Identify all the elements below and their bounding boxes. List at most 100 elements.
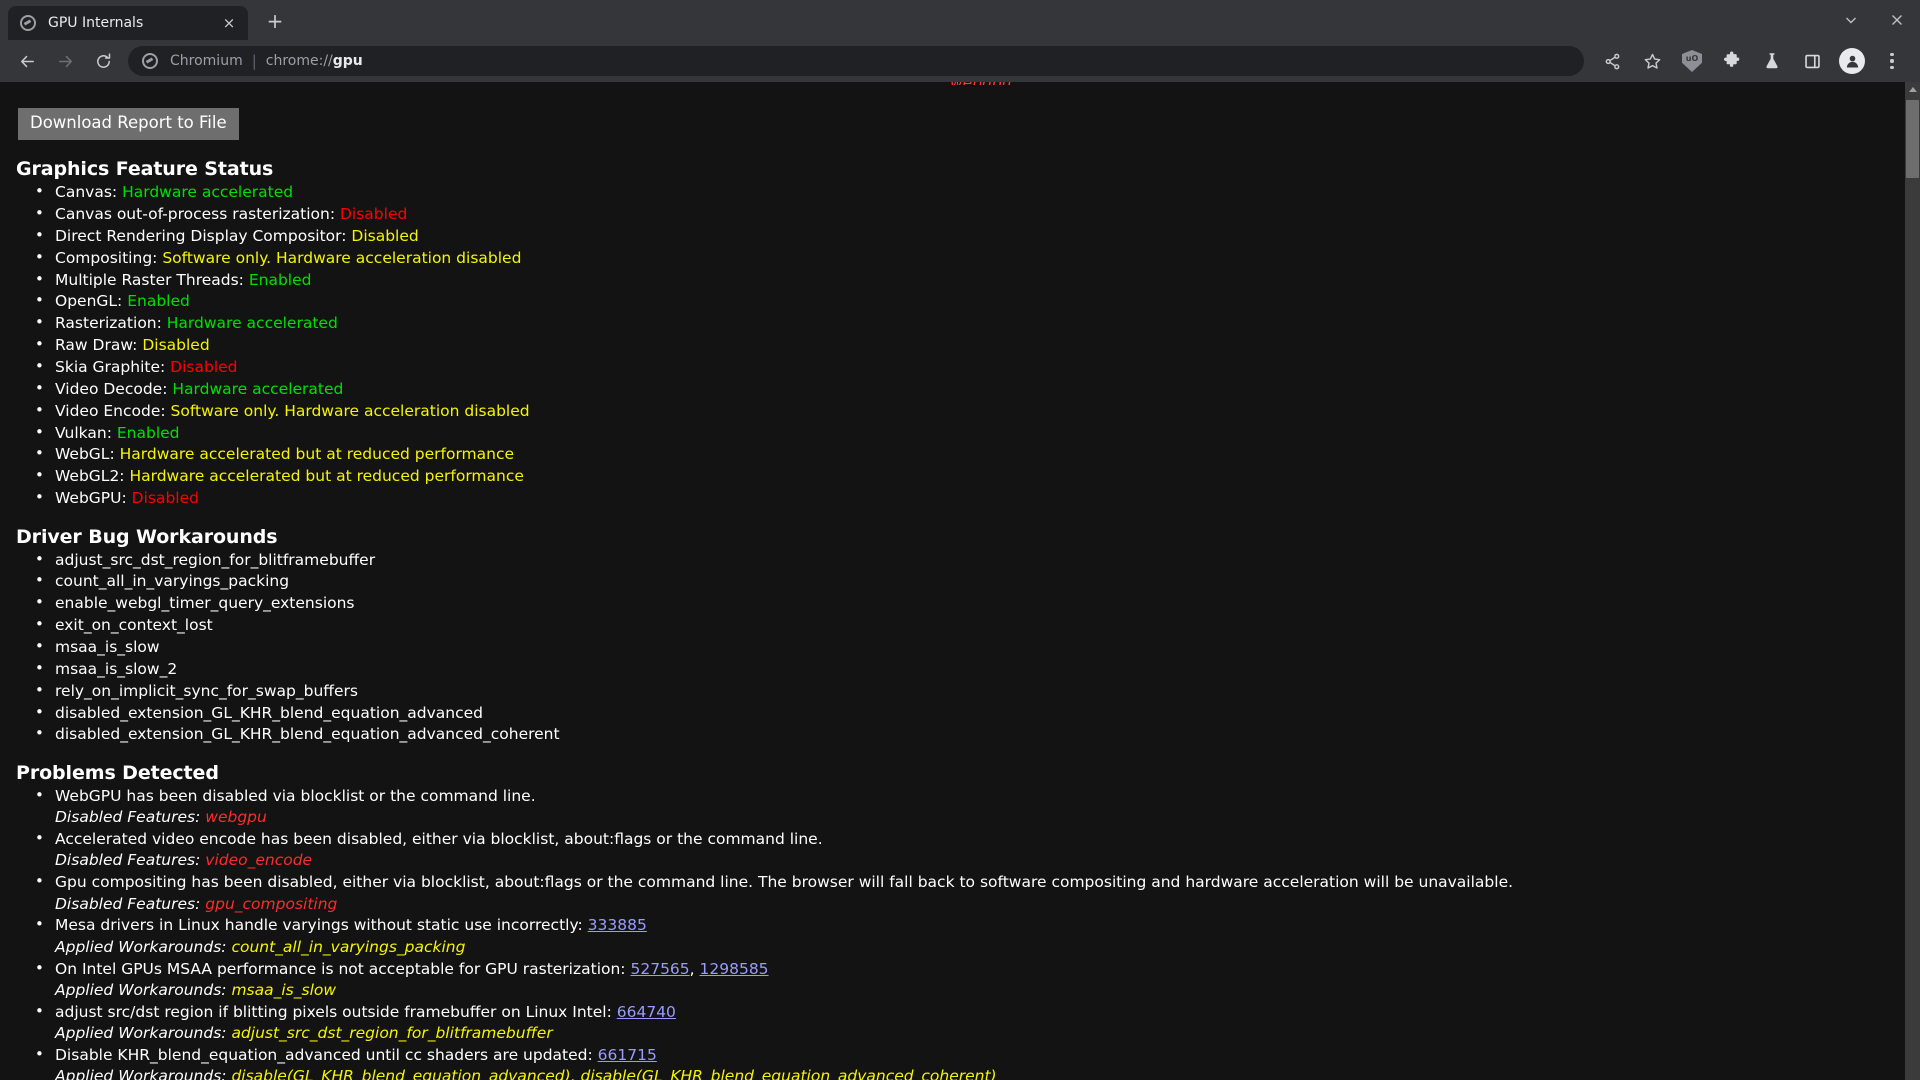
browser-tab[interactable]: GPU Internals × [8, 6, 248, 40]
list-item: disabled_extension_GL_KHR_blend_equation… [35, 725, 1893, 744]
problem-sub-label: Disabled Features: [55, 808, 201, 827]
list-item: adjust_src_dst_region_for_blitframebuffe… [35, 551, 1893, 569]
list-item: rely_on_implicit_sync_for_swap_buffers [35, 681, 1893, 700]
problem-sub-label: Applied Workarounds: [55, 981, 227, 999]
profile-avatar-icon[interactable] [1836, 45, 1868, 77]
item-label: OpenGL: [55, 292, 123, 311]
problem-sub-label: Applied Workarounds: [55, 1024, 227, 1043]
address-bar[interactable]: Chromium | chrome://gpu [128, 46, 1584, 76]
item-label: disabled_extension_GL_KHR_blend_equation… [55, 703, 483, 722]
omnibox-url-scheme: chrome:// [265, 53, 333, 69]
sections-container: Graphics Feature StatusCanvas: Hardware … [16, 160, 1893, 744]
item-label: exit_on_context_lost [55, 616, 213, 635]
close-icon[interactable] [1874, 4, 1920, 36]
item-label: rely_on_implicit_sync_for_swap_buffers [55, 681, 358, 700]
item-status-value: Hardware accelerated but at reduced perf… [119, 445, 515, 464]
item-label: Raw Draw: [55, 336, 138, 355]
problem-subline: Disabled Features: webgpu [55, 808, 1893, 827]
kebab-dots [1890, 52, 1894, 70]
problem-sub-label: Disabled Features: [55, 851, 201, 870]
item-label: Vulkan: [55, 423, 112, 442]
item-status-value: Enabled [248, 270, 312, 289]
item-label: enable_webgl_timer_query_extensions [55, 594, 355, 613]
omnibox-url: chrome://gpu [266, 53, 363, 69]
bug-link[interactable]: 527565 [630, 960, 689, 978]
problem-sub-value: disable(GL_KHR_blend_equation_advanced),… [231, 1067, 997, 1080]
bug-link[interactable]: 333885 [588, 916, 647, 934]
list-item: enable_webgl_timer_query_extensions [35, 594, 1893, 613]
problem-subline: Applied Workarounds: disable(GL_KHR_blen… [55, 1068, 1893, 1080]
ublock-shield-icon[interactable]: uO [1676, 45, 1708, 77]
problem-subline: Applied Workarounds: msaa_is_slow [55, 981, 1893, 999]
clipped-scrolled-text: webgpu [950, 82, 1012, 85]
gpu-internals-page: webgpu Download Report to File Graphics … [0, 82, 1905, 1080]
list-item: msaa_is_slow [35, 637, 1893, 656]
list-item: Multiple Raster Threads: Enabled [35, 270, 1893, 289]
problem-subline: Applied Workarounds: count_all_in_varyin… [55, 937, 1893, 956]
item-label: Video Encode: [55, 401, 166, 420]
item-status-value: Hardware accelerated [122, 183, 294, 202]
omnibox-brand-label: Chromium [170, 53, 243, 69]
back-button-icon[interactable] [11, 45, 43, 77]
section-heading: Driver Bug Workarounds [16, 525, 278, 548]
tab-title: GPU Internals [48, 15, 144, 31]
item-status-value: Software only. Hardware acceleration dis… [162, 248, 522, 267]
page-scrollbar[interactable] [1905, 82, 1920, 1080]
problems-detected-heading: Problems Detected [16, 761, 219, 784]
item-label: Video Decode: [55, 379, 168, 398]
list-item: Video Encode: Software only. Hardware ac… [35, 401, 1893, 420]
scroll-up-arrow-icon[interactable] [1905, 82, 1920, 97]
list-item: Direct Rendering Display Compositor: Dis… [35, 226, 1893, 245]
list-item: Canvas out-of-process rasterization: Dis… [35, 205, 1893, 223]
download-report-button[interactable]: Download Report to File [18, 108, 239, 141]
problem-item: WebGPU has been disabled via blocklist o… [35, 787, 1893, 827]
item-label: Direct Rendering Display Compositor: [55, 226, 347, 245]
list-item: Raw Draw: Disabled [35, 336, 1893, 355]
side-panel-icon[interactable] [1796, 45, 1828, 77]
problem-sub-value: gpu_compositing [205, 894, 338, 913]
problem-sub-value: video_encode [205, 851, 313, 870]
list-item: Vulkan: Enabled [35, 423, 1893, 442]
problem-sub-label: Applied Workarounds: [55, 937, 227, 956]
item-status-value: Disabled [170, 358, 238, 377]
item-status-value: Hardware accelerated [172, 379, 344, 398]
reload-button-icon[interactable] [87, 45, 119, 77]
forward-button-icon[interactable] [49, 45, 81, 77]
bug-link[interactable]: 1298585 [700, 960, 769, 978]
chrome-menu-icon[interactable] [1876, 45, 1908, 77]
item-label: Rasterization: [55, 314, 162, 333]
bug-link[interactable]: 661715 [598, 1046, 657, 1064]
item-label: msaa_is_slow [55, 637, 160, 656]
list-item: exit_on_context_lost [35, 616, 1893, 635]
problem-description: adjust src/dst region if blitting pixels… [55, 1002, 612, 1021]
item-label: WebGL2: [55, 467, 125, 486]
item-status-value: Disabled [131, 489, 199, 508]
bug-link[interactable]: 664740 [617, 1003, 676, 1021]
new-tab-button[interactable]: + [260, 7, 290, 37]
problem-item: Mesa drivers in Linux handle varyings wi… [35, 916, 1893, 956]
chevron-down-icon[interactable] [1828, 4, 1874, 36]
experiments-flask-icon[interactable] [1756, 45, 1788, 77]
problem-sub-value: msaa_is_slow [231, 981, 337, 999]
bookmark-star-icon[interactable] [1636, 45, 1668, 77]
item-label: Canvas: [55, 183, 118, 202]
omnibox-url-host: gpu [332, 53, 363, 69]
problem-description: On Intel GPUs MSAA performance is not ac… [55, 959, 626, 978]
tab-close-icon[interactable]: × [218, 12, 240, 34]
list-item: disabled_extension_GL_KHR_blend_equation… [35, 703, 1893, 722]
item-label: disabled_extension_GL_KHR_blend_equation… [55, 725, 560, 744]
problem-sub-value: webgpu [205, 808, 267, 827]
tab-strip: GPU Internals × + [0, 0, 1920, 40]
item-label: msaa_is_slow_2 [55, 659, 178, 678]
list-item: Video Decode: Hardware accelerated [35, 379, 1893, 398]
extensions-puzzle-icon[interactable] [1716, 45, 1748, 77]
item-label: count_all_in_varyings_packing [55, 572, 290, 591]
item-status-value: Software only. Hardware acceleration dis… [170, 401, 530, 420]
problem-sub-value: count_all_in_varyings_packing [231, 937, 466, 956]
item-status-value: Disabled [142, 336, 210, 355]
share-icon[interactable] [1596, 45, 1628, 77]
item-status-value: Hardware accelerated [166, 314, 338, 333]
scrollbar-thumb[interactable] [1906, 100, 1919, 178]
list-item: Compositing: Software only. Hardware acc… [35, 248, 1893, 267]
problem-item: Disable KHR_blend_equation_advanced unti… [35, 1046, 1893, 1080]
